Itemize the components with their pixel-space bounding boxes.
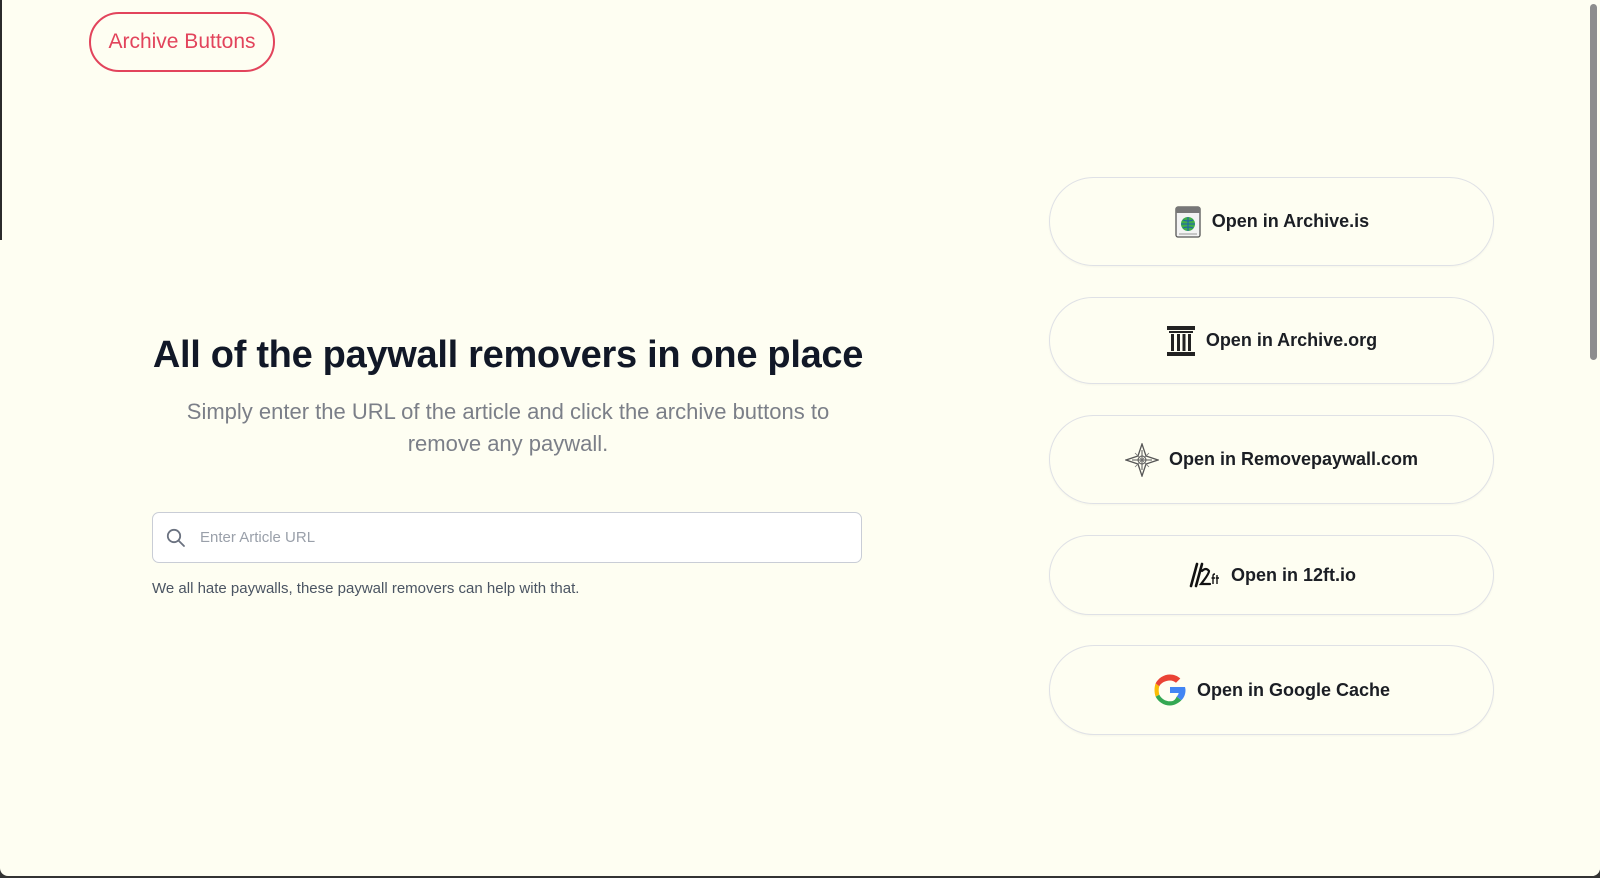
archive-button-label: Open in 12ft.io: [1230, 564, 1356, 585]
archive-button-label: Open in Google Cache: [1196, 679, 1391, 700]
open-archive-is-button[interactable]: Open in Archive.is: [1049, 177, 1494, 266]
archive-buttons-logo[interactable]: Archive Buttons: [89, 12, 275, 72]
search-box[interactable]: [152, 512, 862, 563]
article-url-input[interactable]: [198, 528, 861, 547]
open-removepaywall-button[interactable]: Open in Removepaywall.com: [1049, 415, 1494, 504]
google-icon: [1153, 673, 1187, 707]
removepaywall-icon: [1124, 442, 1159, 477]
archive-is-icon: [1174, 205, 1202, 239]
search-icon: [165, 527, 187, 549]
open-google-cache-button[interactable]: Open in Google Cache: [1049, 645, 1494, 735]
page-subtitle: Simply enter the URL of the article and …: [186, 399, 830, 456]
page: Archive Buttons All of the paywall remov…: [0, 0, 1600, 876]
open-archive-org-button[interactable]: Open in Archive.org: [1049, 297, 1494, 384]
scrollbar[interactable]: [1586, 0, 1600, 876]
archive-button-label: Open in Archive.org: [1205, 330, 1378, 350]
archive-button-label: Open in Archive.is: [1211, 211, 1370, 231]
page-title: All of the paywall removers in one place: [152, 334, 864, 376]
scrollbar-thumb[interactable]: [1590, 4, 1597, 360]
archive-org-icon: [1166, 325, 1196, 357]
archive-button-label: Open in Removepaywall.com: [1168, 449, 1419, 469]
open-12ft-button[interactable]: Open in 12ft.io: [1049, 535, 1494, 615]
helper-text: We all hate paywalls, these paywall remo…: [152, 580, 580, 597]
twelve-ft-icon: [1187, 562, 1221, 588]
window-edge: [0, 0, 2, 240]
